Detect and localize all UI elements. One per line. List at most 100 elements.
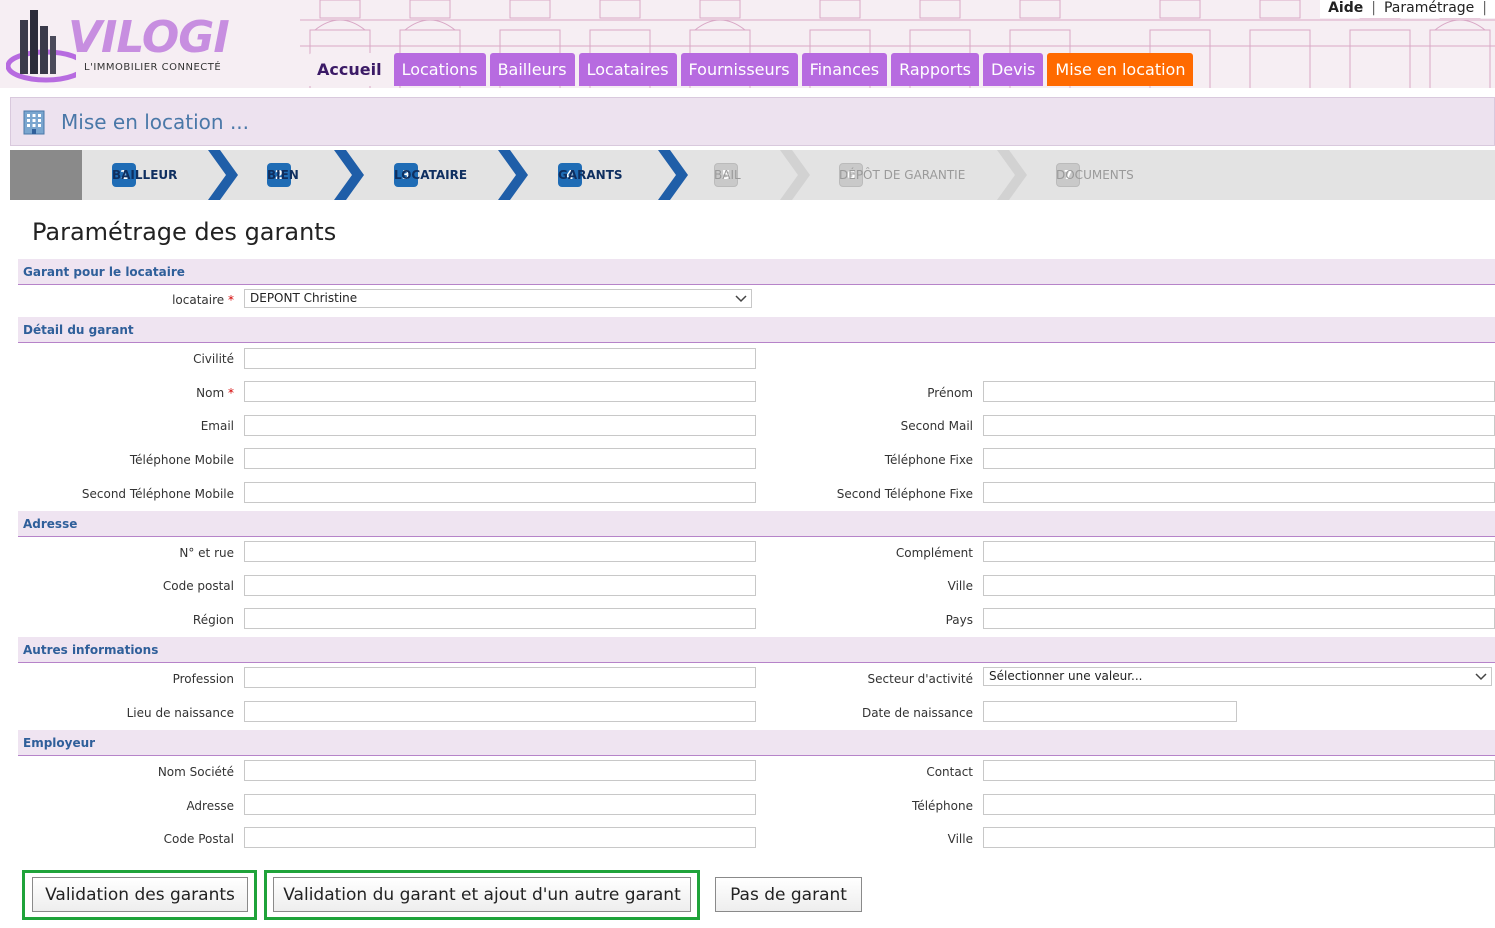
- nom-societe-label: Nom Société: [157, 765, 234, 779]
- tel-fixe-input[interactable]: [983, 448, 1495, 469]
- step-chevron-icon: [334, 150, 364, 200]
- civilite-label: Civilité: [193, 352, 234, 366]
- prenom-label: Prénom: [927, 386, 973, 400]
- tel-mobile-input[interactable]: [244, 448, 756, 469]
- employeur-telephone-label: Téléphone: [912, 799, 973, 813]
- nav-tab-accueil[interactable]: Accueil: [309, 53, 390, 86]
- second-tel-fixe-input[interactable]: [983, 482, 1495, 503]
- wizard-step-garants[interactable]: 4 GARANTS: [558, 150, 623, 200]
- section-autres-informations: Autres informations: [18, 637, 1495, 663]
- step-chevron-icon: [498, 150, 528, 200]
- ville-input[interactable]: [983, 575, 1495, 596]
- step-chevron-icon: [780, 150, 810, 200]
- employeur-adresse-input[interactable]: [244, 794, 756, 815]
- pays-label: Pays: [945, 613, 973, 627]
- section-adresse: Adresse: [18, 511, 1495, 537]
- pas-de-garant-button[interactable]: Pas de garant: [715, 877, 862, 912]
- validation-ajout-garant-button[interactable]: Validation du garant et ajout d'un autre…: [273, 877, 691, 912]
- nom-input[interactable]: [244, 381, 756, 402]
- step-chevron-icon: [208, 150, 238, 200]
- wizard-step-bailleur[interactable]: 1 BAILLEUR: [112, 150, 177, 200]
- nav-tab-finances[interactable]: Finances: [801, 53, 888, 86]
- nom-societe-input[interactable]: [244, 760, 756, 781]
- second-mail-label: Second Mail: [900, 419, 973, 433]
- pays-input[interactable]: [983, 608, 1495, 629]
- secteur-selected-value: Sélectionner une valeur...: [989, 669, 1143, 683]
- tel-fixe-label: Téléphone Fixe: [884, 453, 973, 467]
- second-tel-mobile-input[interactable]: [244, 482, 756, 503]
- step-chevron-icon: [997, 150, 1027, 200]
- parametrage-link[interactable]: Paramétrage: [1384, 0, 1474, 18]
- required-marker: *: [228, 386, 234, 400]
- civilite-input[interactable]: [244, 348, 756, 369]
- employeur-ville-label: Ville: [947, 832, 973, 846]
- page-title: Mise en location ...: [61, 110, 250, 134]
- region-label: Région: [192, 613, 234, 627]
- aide-link[interactable]: Aide: [1328, 0, 1363, 18]
- page-title-bar: Mise en location ...: [10, 97, 1495, 146]
- nom-label: Nom *: [196, 386, 234, 400]
- step-label: LOCATAIRE: [394, 168, 468, 182]
- step-label: BAILLEUR: [112, 168, 178, 182]
- date-naissance-input[interactable]: [983, 701, 1237, 722]
- section-garant-locataire: Garant pour le locataire: [18, 259, 1495, 285]
- step-label: BIEN: [267, 168, 299, 182]
- email-label: Email: [200, 419, 234, 433]
- tel-mobile-label: Téléphone Mobile: [129, 453, 234, 467]
- prenom-input[interactable]: [983, 381, 1495, 402]
- employeur-code-postal-input[interactable]: [244, 827, 756, 848]
- code-postal-label: Code postal: [162, 579, 234, 593]
- complement-input[interactable]: [983, 541, 1495, 562]
- wizard-step-bail[interactable]: 5 BAIL: [714, 150, 741, 200]
- wizard-track: 1 BAILLEUR 2 BIEN 3 LOCATAIRE 4 GARANTS …: [82, 150, 1495, 200]
- region-input[interactable]: [244, 608, 756, 629]
- top-link-separator: |: [1371, 0, 1376, 16]
- nav-tab-bailleurs[interactable]: Bailleurs: [489, 53, 575, 86]
- second-mail-input[interactable]: [983, 415, 1495, 436]
- nav-tab-rapports[interactable]: Rapports: [891, 53, 979, 86]
- no-rue-label: N° et rue: [179, 546, 234, 560]
- email-input[interactable]: [244, 415, 756, 436]
- wizard-step-locataire[interactable]: 3 LOCATAIRE: [394, 150, 467, 200]
- lieu-naissance-label: Lieu de naissance: [126, 706, 234, 720]
- nav-tab-fournisseurs[interactable]: Fournisseurs: [680, 53, 798, 86]
- ville-label: Ville: [947, 579, 973, 593]
- contact-label: Contact: [926, 765, 973, 779]
- main-nav: Accueil Locations Bailleurs Locataires F…: [309, 53, 1194, 86]
- nav-tab-mise-en-location[interactable]: Mise en location: [1047, 53, 1194, 86]
- second-tel-fixe-label: Second Téléphone Fixe: [836, 487, 973, 501]
- date-naissance-label: Date de naissance: [861, 706, 973, 720]
- profession-input[interactable]: [244, 667, 756, 688]
- top-links: Aide | Paramétrage |: [1320, 0, 1495, 18]
- wizard-step-bien[interactable]: 2 BIEN: [267, 150, 299, 200]
- nav-tab-locataires[interactable]: Locataires: [578, 53, 677, 86]
- profession-label: Profession: [172, 672, 234, 686]
- step-label: DOCUMENTS: [1056, 168, 1134, 182]
- nav-tab-locations[interactable]: Locations: [393, 53, 486, 86]
- no-rue-input[interactable]: [244, 541, 756, 562]
- vilogi-logo[interactable]: VILOGI L'IMMOBILIER CONNECTÉ: [6, 6, 266, 86]
- section-detail-garant: Détail du garant: [18, 317, 1495, 343]
- code-postal-input[interactable]: [244, 575, 756, 596]
- employeur-ville-input[interactable]: [983, 827, 1495, 848]
- nav-tab-devis[interactable]: Devis: [982, 53, 1044, 86]
- second-tel-mobile-label: Second Téléphone Mobile: [81, 487, 234, 501]
- step-label: GARANTS: [558, 168, 623, 182]
- secteur-select[interactable]: Sélectionner une valeur...: [983, 667, 1492, 686]
- contact-input[interactable]: [983, 760, 1495, 781]
- employeur-adresse-label: Adresse: [186, 799, 234, 813]
- top-link-separator: |: [1482, 0, 1487, 16]
- logo-building-icon: [6, 10, 76, 83]
- employeur-telephone-input[interactable]: [983, 794, 1495, 815]
- step-chevron-icon: [658, 150, 688, 200]
- logo-wordmark: VILOGI: [68, 12, 230, 63]
- wizard-step-documents[interactable]: 7 DOCUMENTS: [1056, 150, 1134, 200]
- locataire-select[interactable]: DEPONT Christine: [244, 289, 752, 308]
- validation-garants-button[interactable]: Validation des garants: [32, 877, 248, 912]
- required-marker: *: [228, 293, 234, 307]
- locataire-label: locataire *: [172, 293, 234, 307]
- wizard-step-depot-garantie[interactable]: 6 DÉPÔT DE GARANTIE: [839, 150, 965, 200]
- section-employeur: Employeur: [18, 730, 1495, 756]
- lieu-naissance-input[interactable]: [244, 701, 756, 722]
- chevron-down-icon: [1475, 673, 1487, 681]
